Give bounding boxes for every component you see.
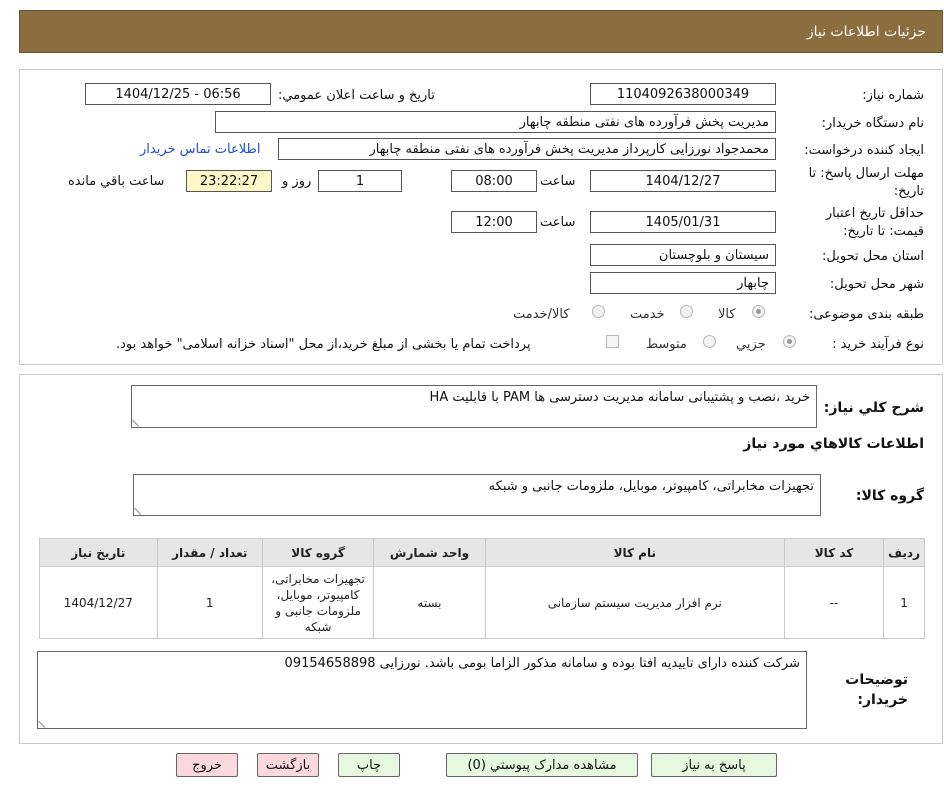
days-word: روز و — [282, 174, 312, 189]
deadline-time-word: ساعت — [540, 174, 576, 189]
category-option-goods: کالا — [718, 307, 736, 322]
process-option-medium: متوسط — [646, 337, 687, 352]
cell-date: 1404/12/27 — [39, 566, 158, 639]
col-name: نام کالا — [484, 538, 785, 567]
deadline-label-line2: تاريخ: — [893, 184, 924, 199]
validity-label-line2: قيمت: تا تاريخ: — [843, 224, 924, 239]
category-label: طبقه بندی موضوعی: — [808, 307, 924, 322]
buyer-notes-textarea[interactable]: شرکت کننده دارای تاییدیه افتا بوده و سام… — [37, 651, 807, 729]
remaining-time-field: 23:22:27 — [186, 170, 272, 192]
category-radio-goods[interactable] — [752, 305, 765, 318]
buyer-contact-link[interactable]: اطلاعات تماس خريدار — [140, 142, 260, 157]
table-header-row: رديف کد کالا نام کالا واحد شمارش گروه کا… — [39, 538, 925, 567]
goods-table: رديف کد کالا نام کالا واحد شمارش گروه کا… — [39, 538, 925, 639]
deadline-date-field: 1404/12/27 — [590, 170, 776, 192]
announce-field: 1404/12/25 - 06:56 — [85, 83, 271, 105]
process-label: نوع فرآيند خريد : — [832, 337, 924, 352]
reply-button[interactable]: پاسخ به نياز — [651, 753, 777, 777]
col-date: تاريخ نياز — [39, 538, 158, 567]
category-radio-goods-service[interactable] — [592, 305, 605, 318]
cell-row: 1 — [883, 566, 925, 639]
deadline-time-field: 08:00 — [451, 170, 537, 192]
goods-group-textarea[interactable]: تجهیزات مخابراتی، کامپیوتر، موبایل، ملزو… — [133, 474, 821, 516]
exit-button[interactable]: خروج — [176, 753, 238, 777]
process-option-minor: جزيي — [736, 337, 766, 352]
province-label: استان محل تحويل: — [822, 249, 924, 264]
need-number-label: شماره نياز: — [862, 88, 924, 103]
process-radio-medium[interactable] — [703, 335, 716, 348]
col-unit: واحد شمارش — [373, 538, 486, 567]
page-header: جزئيات اطلاعات نياز — [19, 10, 943, 53]
col-group: گروه کالا — [261, 538, 375, 567]
col-qty: تعداد / مقدار — [156, 538, 263, 567]
resize-handle-icon[interactable] — [134, 502, 147, 515]
category-option-goods-service: کالا/خدمت — [513, 307, 570, 322]
deadline-label-line1: مهلت ارسال پاسخ: تا — [808, 166, 924, 181]
col-code: کد کالا — [783, 538, 885, 567]
validity-label-line1: حداقل تاريخ اعتبار — [825, 206, 924, 221]
buyer-org-label: نام دستگاه خريدار: — [821, 116, 924, 131]
requester-field: محمدجواد نورزایی کارپرداز مدیریت پخش فرآ… — [278, 138, 776, 160]
table-row: 1 -- نرم افزار مدیریت سیستم سازمانی بسته… — [39, 566, 925, 639]
summary-label: شرح کلي نياز: — [823, 400, 924, 416]
need-number-field: 1104092638000349 — [590, 83, 776, 105]
requester-label: ايجاد کننده درخواست: — [804, 143, 924, 158]
cell-code: -- — [783, 566, 885, 639]
col-row: رديف — [883, 538, 925, 567]
view-attachments-button[interactable]: مشاهده مدارک پيوستي (0) — [446, 753, 638, 777]
province-field: سیستان و بلوچستان — [590, 244, 776, 266]
back-button[interactable]: بازگشت — [257, 753, 319, 777]
page-title: جزئيات اطلاعات نياز — [806, 23, 926, 40]
validity-time-word: ساعت — [540, 215, 576, 230]
treasury-note: پرداخت تمام يا بخشی از مبلغ خريد،از محل … — [116, 337, 531, 352]
cell-qty: 1 — [156, 566, 263, 639]
goods-group-label: گروه کالا: — [855, 488, 924, 504]
validity-date-field: 1405/01/31 — [590, 211, 776, 233]
buyer-org-field: مدیریت پخش فرآورده های نفتی منطقه چابهار — [215, 111, 776, 133]
category-option-service: خدمت — [630, 307, 665, 322]
cell-name: نرم افزار مدیریت سیستم سازمانی — [484, 566, 785, 639]
category-radio-service[interactable] — [680, 305, 693, 318]
print-button[interactable]: چاپ — [338, 753, 400, 777]
city-label: شهر محل تحويل: — [829, 277, 924, 292]
resize-handle-icon[interactable] — [38, 715, 51, 728]
cell-unit: بسته — [373, 566, 486, 639]
resize-handle-icon[interactable] — [132, 414, 145, 427]
process-radio-minor[interactable] — [783, 335, 796, 348]
buyer-notes-label-line2: خريدار: — [857, 692, 908, 708]
announce-label: تاريخ و ساعت اعلان عمومي: — [278, 88, 435, 103]
cell-group: تجهیزات مخابراتی، کامپیوتر، موبایل، ملزو… — [261, 566, 375, 639]
validity-time-field: 12:00 — [451, 211, 537, 233]
days-field: 1 — [318, 170, 402, 192]
remaining-word: ساعت باقي مانده — [68, 174, 165, 189]
summary-textarea[interactable]: خرید ،نصب و پشتیبانی سامانه مدیریت دسترس… — [131, 385, 817, 428]
treasury-checkbox[interactable] — [606, 335, 619, 348]
buyer-notes-label-line1: توضيحات — [845, 672, 908, 688]
city-field: چابهار — [590, 272, 776, 294]
goods-info-title: اطلاعات کالاهاي مورد نياز — [743, 436, 924, 452]
